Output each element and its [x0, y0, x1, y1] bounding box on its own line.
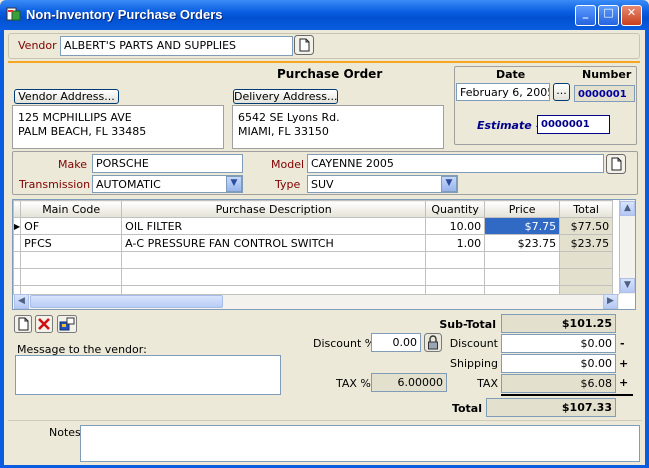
minimize-button[interactable]: _	[575, 5, 596, 26]
vendor-field[interactable]: ALBERT'S PARTS AND SUPPLIES	[60, 36, 293, 56]
delete-icon[interactable]	[35, 315, 53, 333]
maximize-button[interactable]: □	[598, 5, 619, 26]
header-accent-line	[8, 61, 640, 63]
horizontal-scroll-thumb[interactable]	[30, 295, 223, 308]
current-row-indicator-icon: ▶	[13, 217, 22, 235]
vendor-address-line-1: 125 MCPHILLIPS AVE	[18, 111, 132, 124]
make-field[interactable]: PORSCHE	[92, 154, 243, 173]
shipping-label: Shipping	[450, 357, 498, 370]
date-label: Date	[496, 68, 526, 81]
grid-header-row: Main Code Purchase Description Quantity …	[13, 200, 614, 218]
scroll-right-button[interactable]: ▶	[603, 294, 618, 309]
close-icon: ✕	[626, 6, 637, 19]
discount-percent-label: Discount %	[313, 337, 376, 350]
chevron-up-icon: ▲	[624, 203, 631, 213]
chevron-left-icon: ◀	[18, 296, 25, 306]
number-label: Number	[582, 68, 632, 81]
column-header-price[interactable]: Price	[484, 200, 561, 218]
close-button[interactable]: ✕	[621, 5, 642, 26]
table-row[interactable]: ▶ OF OIL FILTER 10.00 $7.75 $77.50	[13, 217, 614, 235]
type-label: Type	[275, 178, 301, 191]
chevron-down-icon: ▼	[230, 178, 238, 188]
column-header-quantity[interactable]: Quantity	[425, 200, 486, 218]
model-field[interactable]: CAYENNE 2005	[307, 154, 604, 173]
tax-sign: +	[619, 376, 629, 389]
model-lookup-document-icon[interactable]	[606, 154, 626, 174]
cell-quantity[interactable]: 1.00	[425, 234, 486, 252]
scroll-down-button[interactable]: ▼	[620, 278, 635, 293]
chevron-down-icon: ▼	[624, 280, 631, 290]
discount-amount-field[interactable]: $0.00	[501, 334, 616, 353]
transmission-select[interactable]: AUTOMATIC	[92, 175, 243, 193]
transmission-dropdown-button[interactable]: ▼	[226, 176, 242, 192]
cell-description[interactable]: OIL FILTER	[121, 217, 427, 235]
discount-label: Discount	[449, 337, 498, 350]
row-selector[interactable]	[13, 234, 22, 252]
maximize-icon: □	[603, 6, 614, 19]
date-field[interactable]: February 6, 2005	[456, 83, 550, 101]
column-header-total[interactable]: Total	[559, 200, 614, 218]
shipping-amount-field[interactable]: $0.00	[501, 354, 616, 373]
tax-amount-field: $6.08	[501, 374, 616, 393]
cell-main-code[interactable]: PFCS	[20, 234, 123, 252]
shipping-sign: +	[619, 357, 629, 370]
window-title: Non-Inventory Purchase Orders	[26, 7, 223, 22]
total-field: $107.33	[486, 398, 616, 417]
model-label: Model	[271, 158, 305, 171]
column-header-description[interactable]: Purchase Description	[121, 200, 427, 218]
vendor-label: Vendor	[18, 39, 57, 52]
cell-total: $23.75	[559, 234, 614, 252]
total-label: Total	[451, 402, 482, 415]
vendor-lookup-document-icon[interactable]	[294, 35, 314, 55]
date-picker-button[interactable]: ...	[553, 83, 570, 101]
type-dropdown-button[interactable]: ▼	[441, 176, 457, 192]
purchase-order-heading: Purchase Order	[277, 67, 383, 81]
app-icon	[6, 7, 21, 21]
new-document-icon[interactable]	[14, 315, 32, 333]
make-label: Make	[58, 158, 87, 171]
cell-main-code[interactable]: OF	[20, 217, 123, 235]
notes-textarea[interactable]	[80, 425, 640, 462]
minimize-icon: _	[582, 6, 589, 19]
chevron-down-icon: ▼	[445, 178, 453, 188]
window-frame-left	[0, 30, 4, 468]
table-row[interactable]	[13, 268, 614, 286]
table-row[interactable]: PFCS A-C PRESSURE FAN CONTROL SWITCH 1.0…	[13, 234, 614, 252]
table-row[interactable]	[13, 251, 614, 269]
vendor-address-line-2: PALM BEACH, FL 33485	[18, 125, 147, 138]
delivery-address-line-1: 6542 SE Lyons Rd.	[238, 111, 340, 124]
subtotal-field: $101.25	[501, 314, 616, 333]
row-selector-header	[13, 200, 22, 218]
cell-price[interactable]: $23.75	[484, 234, 561, 252]
chevron-right-icon: ▶	[607, 296, 614, 306]
vendor-address-button[interactable]: Vendor Address...	[14, 89, 119, 104]
transmission-label: Transmission	[19, 178, 91, 191]
message-textarea[interactable]	[15, 355, 281, 395]
estimate-field[interactable]: 0000001	[537, 115, 610, 134]
delivery-address-line-2: MIAMI, FL 33150	[238, 125, 329, 138]
window-frame-right	[645, 30, 649, 468]
totals-divider	[501, 394, 633, 396]
scroll-up-button[interactable]: ▲	[620, 201, 635, 216]
tax-label: TAX	[477, 377, 498, 390]
vendor-lookup-icon[interactable]	[57, 315, 77, 333]
cell-price[interactable]: $7.75	[484, 217, 561, 235]
scroll-left-button[interactable]: ◀	[14, 294, 29, 309]
estimate-label: Estimate #	[477, 119, 544, 132]
type-select[interactable]: SUV	[307, 175, 458, 193]
discount-percent-field[interactable]: 0.00	[371, 333, 421, 352]
cell-description[interactable]: A-C PRESSURE FAN CONTROL SWITCH	[121, 234, 427, 252]
column-header-main-code[interactable]: Main Code	[20, 200, 123, 218]
po-number-field: 0000001	[574, 85, 635, 102]
discount-sign: -	[620, 337, 625, 350]
delivery-address-button[interactable]: Delivery Address...	[233, 89, 338, 104]
tax-percent-label: TAX %	[336, 377, 371, 390]
subtotal-label: Sub-Total	[439, 318, 496, 331]
cell-quantity[interactable]: 10.00	[425, 217, 486, 235]
cell-total: $77.50	[559, 217, 614, 235]
